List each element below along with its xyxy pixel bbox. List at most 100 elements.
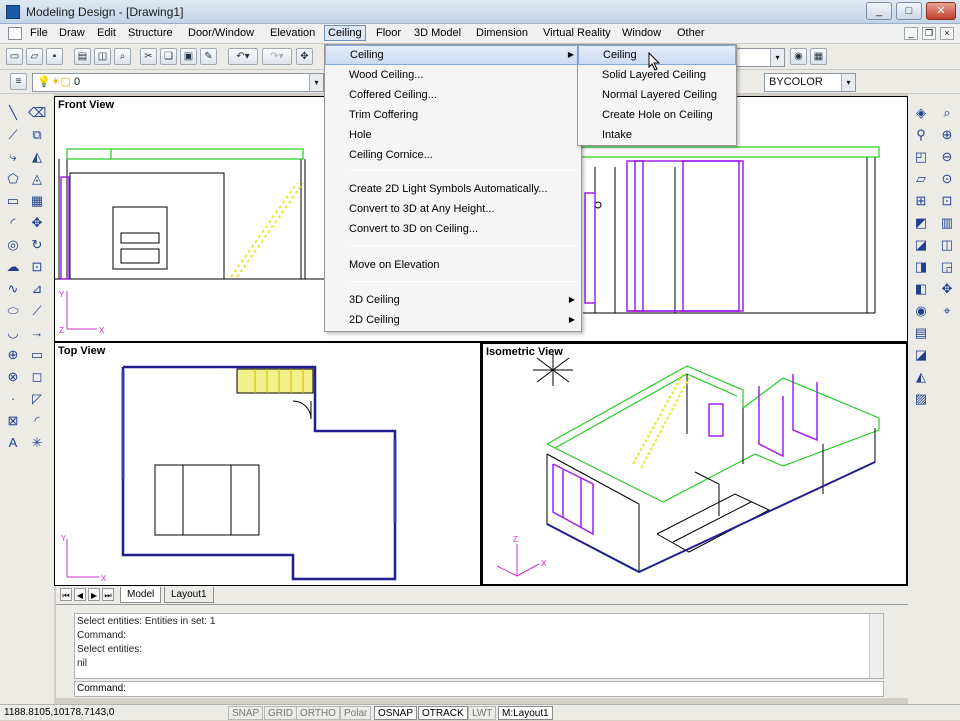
submenu-item-intake[interactable]: Intake: [578, 125, 736, 145]
menu-3d-model[interactable]: 3D Model: [414, 27, 461, 39]
menu-ceiling[interactable]: Ceiling: [324, 25, 366, 41]
insert-block-icon[interactable]: ⊕: [4, 346, 22, 364]
lwt-toggle[interactable]: LWT: [468, 706, 497, 720]
menu-item-coffered-ceiling[interactable]: Coffered Ceiling...: [325, 85, 581, 105]
menu-draw[interactable]: Draw: [59, 27, 85, 39]
close-button[interactable]: ✕: [926, 2, 956, 20]
fillet-icon[interactable]: ◜: [28, 412, 46, 430]
menu-item-convert-3d-on-ceiling[interactable]: Convert to 3D on Ceiling...: [325, 219, 581, 239]
orbit-icon[interactable]: ⚲: [912, 126, 930, 144]
cube-view-icon[interactable]: ◰: [912, 148, 930, 166]
line-icon[interactable]: ╲: [4, 104, 22, 122]
ellipse-icon[interactable]: ⬭: [4, 302, 22, 320]
menu-item-3d-ceiling[interactable]: 3D Ceiling ▶: [325, 290, 581, 310]
zoom-realtime-icon[interactable]: ⌕: [938, 104, 956, 122]
extend-icon[interactable]: →: [28, 324, 46, 342]
hatch-icon[interactable]: ⊠: [4, 412, 22, 430]
menu-floor[interactable]: Floor: [376, 27, 401, 39]
polar-toggle[interactable]: Polar: [340, 706, 372, 720]
tab-last-icon[interactable]: ⏭: [102, 588, 114, 601]
camera-icon[interactable]: ◉: [912, 302, 930, 320]
landscape-icon[interactable]: ◭: [912, 368, 930, 386]
walk-icon[interactable]: ◧: [912, 280, 930, 298]
menu-elevation[interactable]: Elevation: [270, 27, 315, 39]
menu-edit[interactable]: Edit: [97, 27, 116, 39]
tab-layout1[interactable]: Layout1: [164, 587, 214, 603]
mdi-minimize-icon[interactable]: _: [904, 27, 918, 40]
join-icon[interactable]: ◻: [28, 368, 46, 386]
command-input[interactable]: Command:: [74, 681, 884, 697]
stretch-icon[interactable]: ⊿: [28, 280, 46, 298]
plane-icon[interactable]: ▱: [912, 170, 930, 188]
offset-icon[interactable]: ◬: [28, 170, 46, 188]
print-preview-icon[interactable]: ◫: [94, 48, 111, 65]
layer-props-icon[interactable]: ▤: [912, 324, 930, 342]
menu-item-convert-3d-any-height[interactable]: Convert to 3D at Any Height...: [325, 199, 581, 219]
chamfer-icon[interactable]: ◸: [28, 390, 46, 408]
settings-icon[interactable]: ▦: [810, 48, 827, 65]
array-icon[interactable]: ▦: [28, 192, 46, 210]
shade-icon[interactable]: ◪: [912, 236, 930, 254]
snap-toggle[interactable]: SNAP: [228, 706, 264, 720]
make-block-icon[interactable]: ⊗: [4, 368, 22, 386]
menu-other[interactable]: Other: [677, 27, 705, 39]
tab-first-icon[interactable]: ⏮: [60, 588, 72, 601]
spline-icon[interactable]: ∿: [4, 280, 22, 298]
submenu-item-create-hole-on-ceiling[interactable]: Create Hole on Ceiling: [578, 105, 736, 125]
grid-toggle[interactable]: GRID: [264, 706, 297, 720]
menu-item-create-2d-light-symbols[interactable]: Create 2D Light Symbols Automatically...: [325, 179, 581, 199]
polyline-icon[interactable]: ⟋: [4, 126, 22, 144]
mdi-restore-icon[interactable]: ❐: [922, 27, 936, 40]
cut-icon[interactable]: ✂: [140, 48, 157, 65]
new-file-icon[interactable]: ▭: [6, 48, 23, 65]
viewports-icon[interactable]: ⊞: [912, 192, 930, 210]
polygon-icon[interactable]: ⬠: [4, 170, 22, 188]
material-icon[interactable]: ◫: [938, 236, 956, 254]
break-icon[interactable]: ▭: [28, 346, 46, 364]
ortho-toggle[interactable]: ORTHO: [296, 706, 340, 720]
zoom-previous-icon[interactable]: ⌖: [938, 302, 956, 320]
menu-file[interactable]: File: [30, 27, 48, 39]
open-folder-icon[interactable]: ▱: [26, 48, 43, 65]
menu-door-window[interactable]: Door/Window: [188, 27, 254, 39]
toolbar-combo-right[interactable]: ▾: [735, 48, 785, 67]
menu-item-2d-ceiling[interactable]: 2D Ceiling ▶: [325, 310, 581, 330]
osnap-toggle[interactable]: OSNAP: [374, 706, 418, 720]
zoom-out-icon[interactable]: ⊖: [938, 148, 956, 166]
copy-object-icon[interactable]: ⧉: [28, 126, 46, 144]
color-combo[interactable]: BYCOLOR ▾: [764, 73, 856, 92]
menu-item-hole[interactable]: Hole: [325, 125, 581, 145]
copy-icon[interactable]: ❏: [160, 48, 177, 65]
view-3d-icon[interactable]: ◈: [912, 104, 930, 122]
explode-icon[interactable]: ✳: [28, 434, 46, 452]
tab-next-icon[interactable]: ▶: [88, 588, 100, 601]
tab-prev-icon[interactable]: ◀: [74, 588, 86, 601]
ellipse-arc-icon[interactable]: ◡: [4, 324, 22, 342]
menu-dimension[interactable]: Dimension: [476, 27, 528, 39]
match-properties-icon[interactable]: ✎: [200, 48, 217, 65]
menu-item-wood-ceiling[interactable]: Wood Ceiling...: [325, 65, 581, 85]
trim-icon[interactable]: ⟋: [28, 302, 46, 320]
layer-manager-icon[interactable]: ≡: [10, 73, 27, 90]
document-icon[interactable]: [8, 27, 22, 40]
display-icon[interactable]: ◪: [912, 346, 930, 364]
history-scrollbar[interactable]: [869, 614, 883, 678]
submenu-item-normal-layered-ceiling[interactable]: Normal Layered Ceiling: [578, 85, 736, 105]
top-view-viewport[interactable]: Top View Y X: [54, 342, 481, 586]
zoom-extents-icon[interactable]: ⊡: [938, 192, 956, 210]
undo-icon[interactable]: ↶▾: [228, 48, 258, 65]
map-icon[interactable]: ▨: [912, 390, 930, 408]
tab-model[interactable]: Model: [120, 587, 162, 603]
menu-virtual-reality[interactable]: Virtual Reality: [543, 27, 611, 39]
revcloud-icon[interactable]: ☁: [4, 258, 22, 276]
minimize-button[interactable]: _: [866, 2, 892, 20]
paste-icon[interactable]: ▣: [180, 48, 197, 65]
menu-structure[interactable]: Structure: [128, 27, 173, 39]
save-icon[interactable]: ▪: [46, 48, 63, 65]
rotate-icon[interactable]: ↻: [28, 236, 46, 254]
move-icon[interactable]: ✥: [28, 214, 46, 232]
scale-icon[interactable]: ⊡: [28, 258, 46, 276]
circle-icon[interactable]: ◎: [4, 236, 22, 254]
point-icon[interactable]: ·: [4, 390, 22, 408]
menu-window[interactable]: Window: [622, 27, 661, 39]
